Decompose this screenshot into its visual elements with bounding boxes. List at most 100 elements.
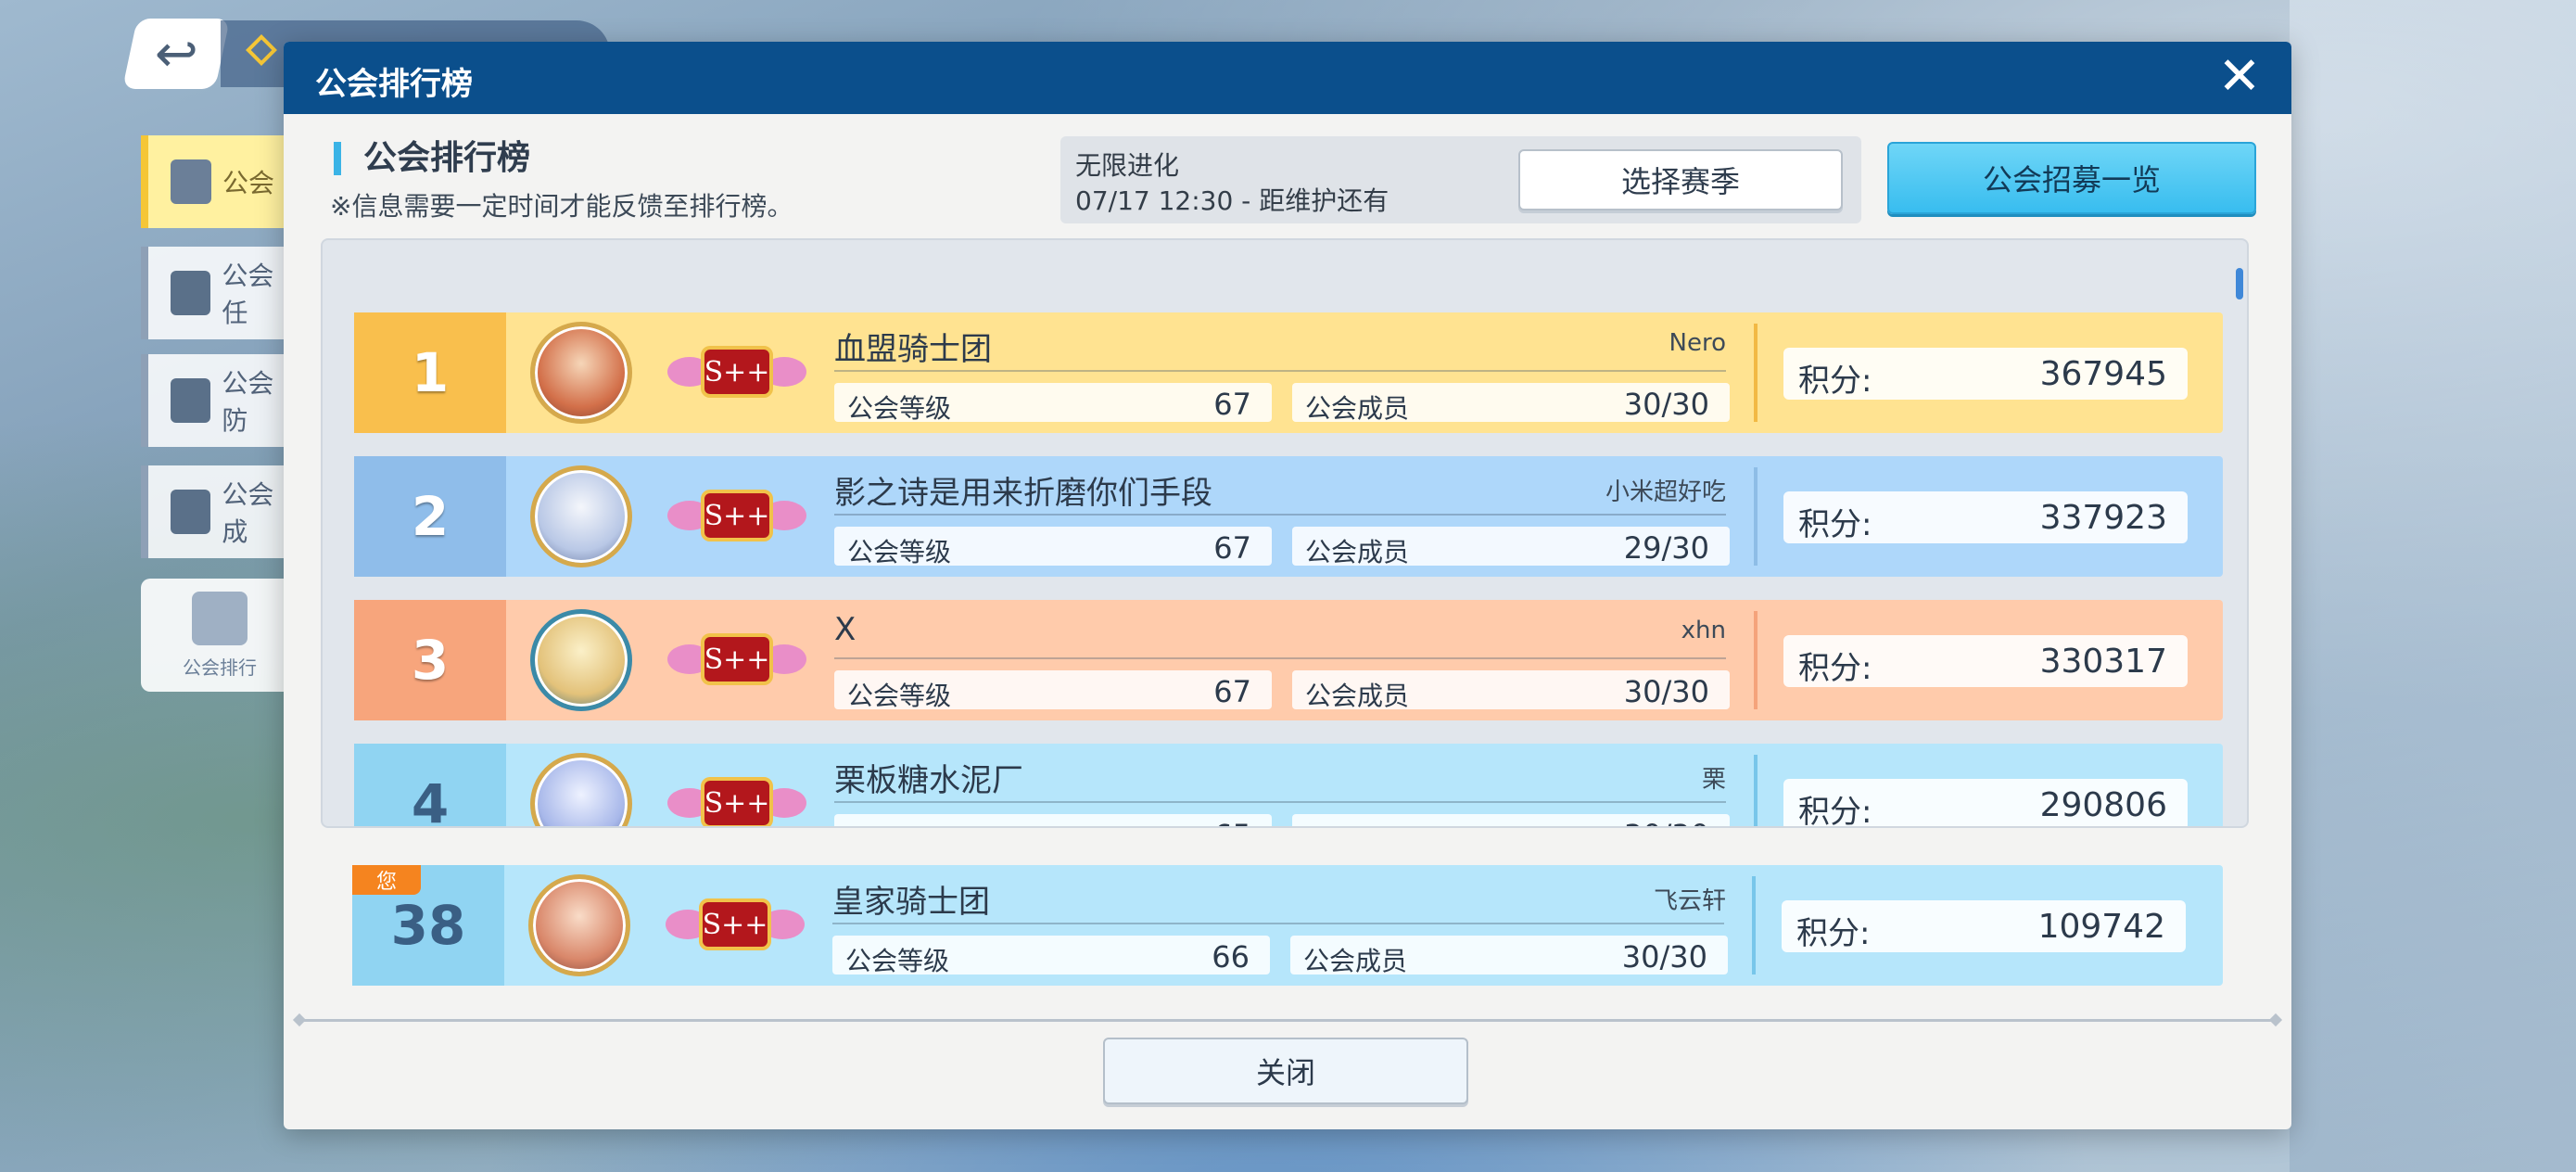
rank-number: 3 (354, 600, 506, 720)
ranking-row[interactable]: 1 S++ 血盟骑士团 Nero 公会等级 67 公会成员 30/30 积分: … (354, 312, 2223, 433)
guild-rank-badge: S++ (667, 482, 806, 549)
level-label: 公会等级 (845, 946, 950, 976)
name-underline (832, 923, 1724, 924)
guild-level-box: 公会等级 65 (834, 814, 1272, 826)
name-underline (834, 370, 1726, 372)
rank-number: 4 (354, 744, 506, 826)
season-time: 07/17 12:30 - 距维护还有 (1075, 185, 1390, 216)
bottom-divider (298, 1019, 2277, 1022)
modal-title: 公会排行榜 (315, 66, 473, 103)
score-label: 积分: (1798, 794, 1872, 828)
guild-ranking-modal: 公会排行榜 ✕ 公会排行榜 ※信息需要一定时间才能反馈至排行榜。 无限进化 07… (284, 42, 2291, 1129)
info-note: ※信息需要一定时间才能反馈至排行榜。 (330, 191, 793, 222)
members-label: 公会成员 (1305, 537, 1410, 567)
score-value: 367945 (2039, 355, 2167, 393)
score-box: 积分: 367945 (1783, 348, 2188, 400)
back-arrow-icon: ↩ (154, 23, 198, 84)
guild-avatar (528, 874, 630, 976)
banner-icon (171, 378, 211, 423)
members-value: 30/30 (1623, 387, 1709, 422)
ranking-row[interactable]: 2 S++ 影之诗是用来折磨你们手段 小米超好吃 公会等级 67 公会成员 29… (354, 456, 2223, 577)
season-name: 无限进化 (1075, 150, 1180, 181)
level-value: 66 (1212, 939, 1250, 975)
shield-icon (171, 159, 211, 204)
guild-rank-badge: S++ (667, 626, 806, 693)
rank-badge-label: S++ (701, 346, 773, 398)
ranking-list[interactable]: 1 S++ 血盟骑士团 Nero 公会等级 67 公会成员 30/30 积分: … (321, 238, 2249, 828)
score-value: 290806 (2039, 786, 2167, 824)
guild-members-box: 公会成员 30/30 (1292, 383, 1730, 424)
rank-number: 1 (354, 312, 506, 433)
guild-name: 栗板糖水泥厂 (834, 762, 1023, 799)
guild-leader: 飞云轩 (1653, 887, 1726, 915)
guild-avatar (530, 609, 632, 711)
score-label: 积分: (1796, 915, 1871, 952)
guild-rank-badge: S++ (667, 770, 806, 826)
side-tab-label: 公会排行 (183, 656, 257, 679)
close-button[interactable]: 关闭 (1103, 1038, 1468, 1104)
my-guild-row[interactable]: 38 您 S++ 皇家骑士团 飞云轩 公会等级 66 公会成员 30/30 积分… (352, 865, 2223, 986)
score-box: 积分: 109742 (1782, 900, 2186, 952)
laurel-shield-icon (192, 591, 247, 645)
back-button[interactable]: ↩ (121, 19, 231, 89)
guild-level-box: 公会等级 67 (834, 670, 1272, 711)
members-label: 公会成员 (1305, 820, 1409, 826)
level-label: 公会等级 (847, 820, 951, 826)
row-divider (1754, 324, 1758, 422)
guild-avatar (530, 753, 632, 826)
score-label: 积分: (1798, 363, 1872, 400)
row-divider (1752, 876, 1756, 975)
guild-recruit-button[interactable]: 公会招募一览 (1887, 142, 2256, 214)
side-tab-quest[interactable]: 公会任 (141, 247, 298, 339)
score-value: 109742 (2037, 908, 2165, 946)
side-tab-members[interactable]: 公会成 (141, 465, 298, 558)
guild-leader: 小米超好吃 (1605, 478, 1726, 506)
select-season-button[interactable]: 选择赛季 (1518, 149, 1843, 210)
name-underline (834, 801, 1726, 803)
guild-name: 影之诗是用来折磨你们手段 (834, 475, 1212, 512)
scrollbar-thumb[interactable] (2236, 268, 2243, 299)
score-value: 330317 (2039, 643, 2167, 681)
guild-rank-badge: S++ (667, 338, 806, 405)
rank-badge-label: S++ (701, 633, 773, 685)
members-value: 30/30 (1624, 818, 1709, 826)
rank-badge-label: S++ (701, 490, 773, 541)
score-box: 积分: 290806 (1783, 779, 2188, 828)
guild-name: X (834, 611, 857, 648)
background-building (2290, 0, 2576, 1172)
guild-members-box: 公会成员 30/30 (1290, 936, 1728, 976)
row-divider (1754, 611, 1758, 709)
row-divider (1754, 755, 1758, 826)
level-value: 67 (1213, 530, 1251, 566)
guild-level-box: 公会等级 67 (834, 383, 1272, 424)
side-tab-label: 公会 (222, 168, 275, 198)
score-label: 积分: (1798, 506, 1872, 543)
members-value: 29/30 (1623, 530, 1709, 566)
score-box: 积分: 337923 (1783, 491, 2188, 543)
score-box: 积分: 330317 (1783, 635, 2188, 687)
guild-name: 皇家骑士团 (832, 884, 990, 921)
guild-rank-badge: S++ (666, 891, 805, 958)
guild-avatar (530, 465, 632, 567)
level-value: 65 (1213, 818, 1251, 826)
row-divider (1754, 467, 1758, 566)
guild-leader: Nero (1669, 329, 1726, 357)
guild-members-box: 公会成员 30/30 (1292, 670, 1730, 711)
guild-level-box: 公会等级 66 (832, 936, 1270, 976)
side-tab-guild[interactable]: 公会 (141, 135, 298, 228)
guild-leader: xhn (1681, 617, 1726, 644)
close-icon[interactable]: ✕ (2212, 49, 2267, 105)
level-label: 公会等级 (847, 393, 952, 424)
section-title: 公会排行榜 (334, 142, 530, 175)
ranking-row[interactable]: 3 S++ X xhn 公会等级 67 公会成员 30/30 积分: 33031… (354, 600, 2223, 720)
ranking-row[interactable]: 4 S++ 栗板糖水泥厂 栗 公会等级 65 公会成员 30/30 积分: 29… (354, 744, 2223, 828)
scroll-icon (171, 271, 211, 315)
scrollbar-track[interactable] (2234, 264, 2243, 811)
side-tab-defense[interactable]: 公会防 (141, 354, 298, 447)
members-value: 30/30 (1623, 674, 1709, 709)
flag-icon (171, 490, 211, 534)
members-label: 公会成员 (1305, 393, 1410, 424)
guild-members-box: 公会成员 29/30 (1292, 527, 1730, 567)
guild-members-box: 公会成员 30/30 (1292, 814, 1730, 826)
side-tab-ranking[interactable]: 公会排行 (141, 579, 298, 692)
